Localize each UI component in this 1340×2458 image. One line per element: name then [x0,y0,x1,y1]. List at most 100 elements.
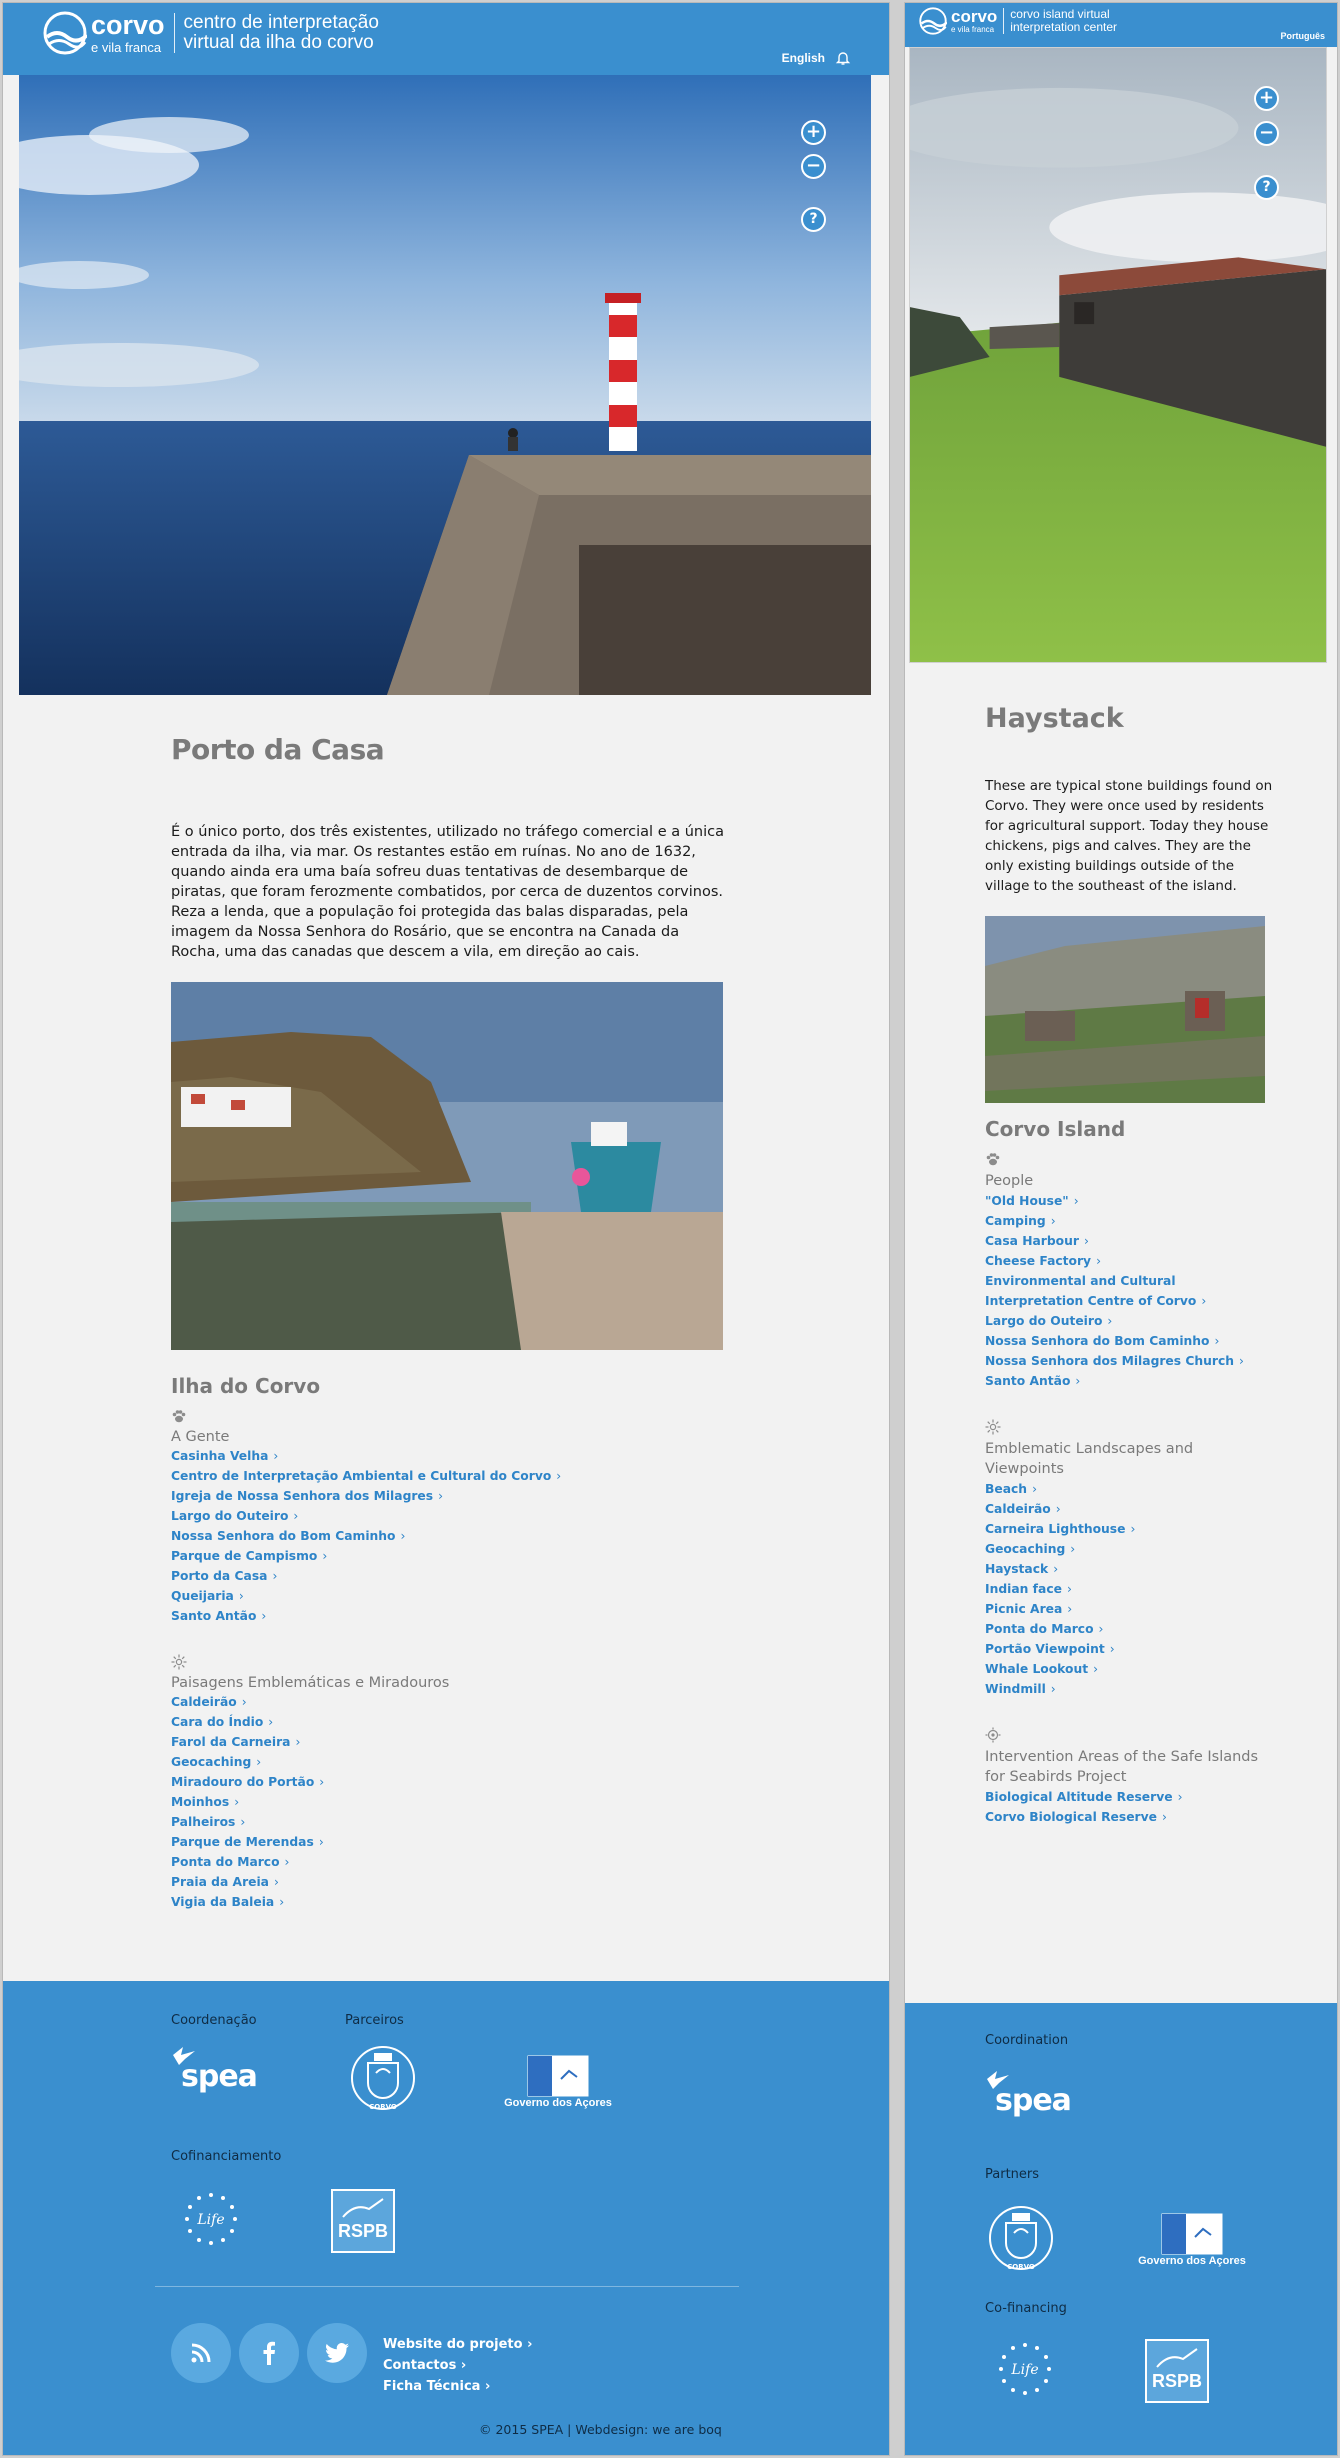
english-page: corvo e vila franca corvo island virtual… [904,2,1338,2456]
chevron-right-icon: › [319,1775,325,1789]
dot-sun-icon [985,1727,1001,1743]
chevron-right-icon: › [273,1449,279,1463]
place-link[interactable]: Picnic Area › [985,1599,1275,1619]
acores-flag-icon [1161,2213,1223,2255]
place-link[interactable]: Praia da Areia › [171,1872,731,1892]
partners-label: Partners [985,2167,1040,2182]
place-link[interactable]: Nossa Senhora dos Milagres Church › [985,1351,1275,1371]
rspb-logo[interactable]: RSPB [331,2189,395,2253]
chevron-right-icon: › [400,1529,406,1543]
place-link[interactable]: Casinha Velha › [171,1446,731,1466]
corvo-seal-logo[interactable]: CORVO [347,2043,419,2111]
language-switch-link[interactable]: Português [1280,31,1325,41]
place-link[interactable]: Miradouro do Portão › [171,1772,731,1792]
help-button[interactable]: ? [801,207,826,232]
place-link[interactable]: Cara do Índio › [171,1712,731,1732]
spea-logo[interactable]: spea [985,2069,1072,2118]
chevron-right-icon: › [1032,1482,1037,1496]
zoom-in-button[interactable]: + [801,120,826,145]
site-logo[interactable]: corvo e vila franca centro de interpreta… [43,11,379,55]
site-logo[interactable]: corvo e vila franca corvo island virtual… [919,7,1117,35]
bell-icon[interactable] [835,50,851,66]
place-link[interactable]: Indian face › [985,1579,1275,1599]
place-link[interactable]: Parque de Campismo › [171,1546,731,1566]
place-description: É o único porto, dos três existentes, ut… [171,824,724,960]
place-link[interactable]: "Old House" › [985,1191,1275,1211]
place-link[interactable]: Caldeirão › [985,1499,1275,1519]
place-link[interactable]: Igreja de Nossa Senhora dos Milagres › [171,1486,731,1506]
place-link[interactable]: Casa Harbour › [985,1231,1275,1251]
governo-acores-logo[interactable]: Governo dos Açores [503,2055,613,2109]
chevron-right-icon: › [1070,1542,1076,1556]
place-link[interactable]: Santo Antão › [985,1371,1275,1391]
facebook-button[interactable] [239,2323,299,2383]
place-link[interactable]: Farol da Carneira › [171,1732,731,1752]
place-link[interactable]: Ponta do Marco › [171,1852,731,1872]
place-link[interactable]: Portão Viewpoint › [985,1639,1275,1659]
place-link[interactable]: Moinhos › [171,1792,731,1812]
place-link[interactable]: Biological Altitude Reserve › [985,1787,1275,1807]
governo-acores-logo[interactable]: Governo dos Açores [1137,2213,1247,2267]
chevron-right-icon: › [1075,1374,1081,1388]
island-title: Ilha do Corvo [171,1374,321,1398]
place-link[interactable]: Geocaching › [985,1539,1275,1559]
place-link[interactable]: Vigia da Baleia › [171,1892,731,1912]
paw-icon [986,1153,1000,1166]
place-link[interactable]: Santo Antão › [171,1606,731,1626]
logo-subtitle: e vila franca [91,40,162,55]
place-link[interactable]: Beach › [985,1479,1275,1499]
site-footer: Coordenação Parceiros spea CORVO Governo… [3,1981,889,2455]
place-link[interactable]: Porto da Casa › [171,1566,731,1586]
language-switch-link[interactable]: English [782,51,825,65]
site-title: corvo island virtual interpretation cent… [1010,7,1118,34]
place-link[interactable]: Centro de Interpretação Ambiental e Cult… [171,1466,731,1486]
place-link[interactable]: Nossa Senhora do Bom Caminho › [985,1331,1275,1351]
place-link[interactable]: Windmill › [985,1679,1275,1699]
chevron-right-icon: › [1177,1790,1183,1804]
chevron-right-icon: › [1073,1194,1079,1208]
place-link[interactable]: Queijaria › [171,1586,731,1606]
panorama-image[interactable] [19,75,871,695]
place-link[interactable]: Haystack › [985,1559,1275,1579]
place-link-list: Casinha Velha › Centro de Interpretação A… [171,1446,731,1626]
rss-button[interactable] [171,2323,231,2383]
footer-link[interactable]: Contactos › [383,2355,532,2376]
place-link[interactable]: Parque de Merendas › [171,1832,731,1852]
chevron-right-icon: › [268,1715,274,1729]
zoom-in-button[interactable]: + [1254,86,1279,111]
place-photo [985,916,1265,1103]
footer-link[interactable]: Website do projeto › [383,2334,532,2355]
twitter-button[interactable] [307,2323,367,2383]
chevron-right-icon: › [1050,1682,1056,1696]
place-link[interactable]: Corvo Biological Reserve › [985,1807,1275,1827]
place-photo [171,982,723,1350]
zoom-out-button[interactable]: − [801,154,826,179]
chevron-right-icon: › [1083,1234,1089,1248]
coordination-label: Coordenação [171,2013,257,2028]
place-link[interactable]: Largo do Outeiro › [171,1506,731,1526]
place-link[interactable]: Geocaching › [171,1752,731,1772]
help-button[interactable]: ? [1254,175,1279,200]
rspb-logo[interactable]: RSPB [1145,2339,1209,2403]
logo-wordmark: corvo [951,7,998,26]
chevron-right-icon: › [1098,1622,1104,1636]
panorama-viewer[interactable] [19,75,871,695]
place-link[interactable]: Caldeirão › [171,1692,731,1712]
footer-link[interactable]: Ficha Técnica › [383,2376,532,2397]
place-link[interactable]: Environmental and Cultural Interpretatio… [985,1271,1275,1311]
place-link[interactable]: Palheiros › [171,1812,731,1832]
place-link[interactable]: Whale Lookout › [985,1659,1275,1679]
place-link[interactable]: Nossa Senhora do Bom Caminho › [171,1526,731,1546]
place-link[interactable]: Cheese Factory › [985,1251,1275,1271]
zoom-out-button[interactable]: − [1254,121,1279,146]
place-link[interactable]: Ponta do Marco › [985,1619,1275,1639]
corvo-seal-logo[interactable]: CORVO [985,2203,1057,2271]
spea-logo[interactable]: spea [171,2045,258,2094]
place-link[interactable]: Largo do Outeiro › [985,1311,1275,1331]
category-heading: Intervention Areas of the Safe Islands f… [985,1749,1259,1785]
place-link[interactable]: Carneira Lighthouse › [985,1519,1275,1539]
life-logo[interactable]: Life [181,2189,241,2253]
life-logo[interactable]: Life [995,2339,1055,2403]
chevron-right-icon: › [1055,1502,1061,1516]
place-link[interactable]: Camping › [985,1211,1275,1231]
